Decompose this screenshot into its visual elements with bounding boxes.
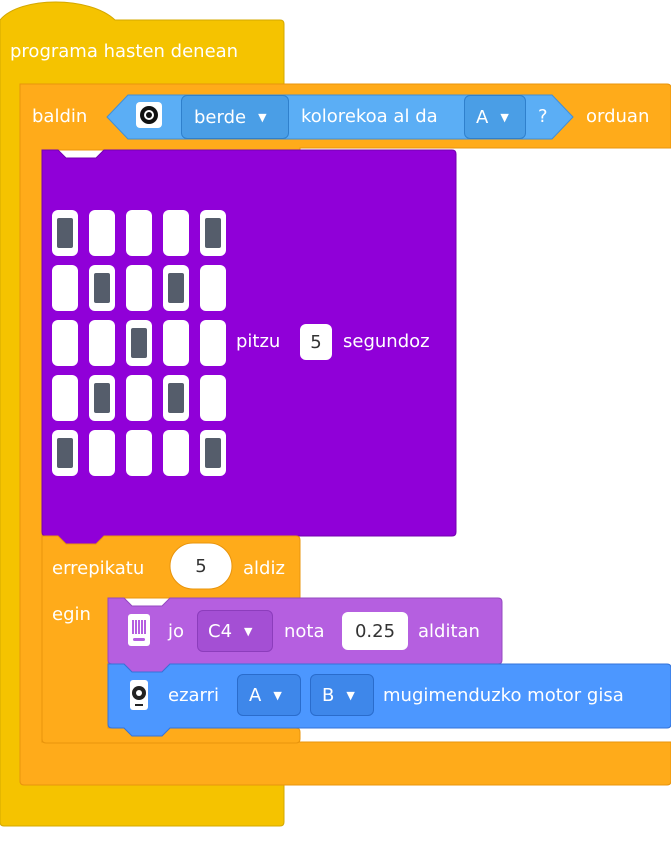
motor-description: mugimenduzko motor gisa <box>383 685 624 706</box>
led-cell[interactable] <box>126 375 152 421</box>
led-cell[interactable] <box>52 375 78 421</box>
led-cell[interactable] <box>89 210 115 256</box>
note-value: C4 <box>208 620 233 642</box>
repeat-times-label: aldiz <box>243 558 285 579</box>
led-cell[interactable] <box>163 320 189 366</box>
then-label: orduan <box>586 106 650 127</box>
led-cell[interactable] <box>52 210 78 256</box>
color-sensor-icon <box>136 102 162 128</box>
color-dropdown-value: berde <box>194 106 247 128</box>
chevron-down-icon: ▼ <box>258 110 267 124</box>
note-label: nota <box>284 621 325 642</box>
chevron-down-icon: ▼ <box>273 688 282 702</box>
do-label: egin <box>52 604 91 625</box>
chevron-down-icon: ▼ <box>244 624 253 638</box>
chevron-down-icon: ▼ <box>346 688 355 702</box>
set-label: ezarri <box>168 685 220 706</box>
seconds-value: 5 <box>310 331 322 353</box>
beats-label: alditan <box>418 621 480 642</box>
condition-text: kolorekoa al da <box>301 106 438 127</box>
sensor-port-value: A <box>476 106 489 128</box>
led-cell[interactable] <box>163 265 189 311</box>
seconds-unit-label: segundoz <box>343 331 430 352</box>
repeat-label[interactable]: errepikatu <box>52 558 144 580</box>
led-cell[interactable] <box>52 430 78 476</box>
led-cell[interactable] <box>89 430 115 476</box>
motor-port-2-value: B <box>322 684 335 706</box>
beats-input[interactable]: 0.25 <box>342 612 408 650</box>
microbit-sound-icon <box>128 614 150 646</box>
chevron-down-icon: ▼ <box>500 110 509 124</box>
motor-port-1-value: A <box>249 684 262 706</box>
led-cell[interactable] <box>126 320 152 366</box>
led-cell[interactable] <box>52 320 78 366</box>
led-matrix[interactable] <box>52 210 228 478</box>
led-cell[interactable] <box>89 265 115 311</box>
note-dropdown[interactable]: C4 ▼ <box>197 610 273 652</box>
led-cell[interactable] <box>200 210 226 256</box>
play-label: jo <box>168 621 185 642</box>
led-cell[interactable] <box>163 375 189 421</box>
motor-icon <box>130 680 148 710</box>
led-cell[interactable] <box>126 210 152 256</box>
color-dropdown[interactable]: berde ▼ <box>181 95 289 139</box>
event-block-label[interactable]: programa hasten denean <box>10 41 238 63</box>
led-cell[interactable] <box>200 430 226 476</box>
led-cell[interactable] <box>163 210 189 256</box>
repeat-count-input[interactable]: 5 <box>170 543 232 589</box>
sensor-port-dropdown[interactable]: A ▼ <box>464 95 526 139</box>
led-cell[interactable] <box>126 265 152 311</box>
led-cell[interactable] <box>89 375 115 421</box>
led-cell[interactable] <box>200 320 226 366</box>
if-label[interactable]: baldin <box>32 106 87 128</box>
question-mark: ? <box>538 106 548 127</box>
led-cell[interactable] <box>126 430 152 476</box>
beats-value: 0.25 <box>354 620 396 642</box>
led-cell[interactable] <box>89 320 115 366</box>
matrix-label: pitzu <box>236 331 281 352</box>
motor-port-2-dropdown[interactable]: B ▼ <box>310 674 374 716</box>
led-cell[interactable] <box>52 265 78 311</box>
seconds-input[interactable]: 5 <box>300 324 332 360</box>
led-cell[interactable] <box>163 430 189 476</box>
led-cell[interactable] <box>200 265 226 311</box>
led-cell[interactable] <box>200 375 226 421</box>
motor-port-1-dropdown[interactable]: A ▼ <box>237 674 301 716</box>
